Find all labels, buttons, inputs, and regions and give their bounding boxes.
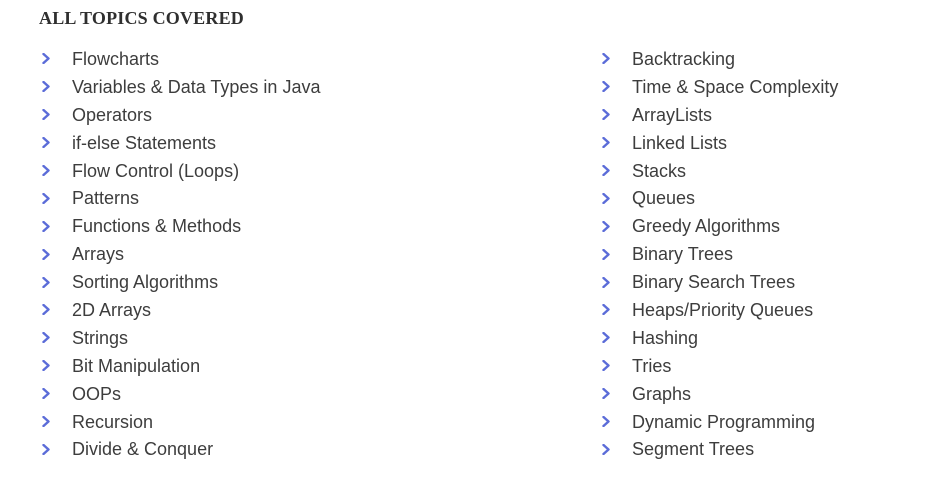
topic-item: Segment Trees [602, 435, 838, 463]
chevron-right-icon [42, 53, 72, 65]
chevron-right-icon [602, 443, 632, 455]
topic-label: Functions & Methods [72, 216, 242, 237]
topic-label: 2D Arrays [72, 299, 152, 320]
chevron-right-icon [42, 220, 72, 232]
chevron-right-icon [602, 416, 632, 428]
chevron-right-icon [602, 109, 632, 121]
topic-item: 2D Arrays [42, 296, 320, 324]
topic-item: Strings [42, 324, 320, 352]
topic-item: Flowcharts [42, 45, 320, 73]
topic-item: Variables & Data Types in Java [42, 73, 320, 101]
topic-label: Hashing [632, 327, 699, 348]
chevron-right-icon [602, 304, 632, 316]
topic-label: Bit Manipulation [72, 355, 201, 376]
chevron-right-icon [602, 137, 632, 149]
topic-label: Heaps/Priority Queues [632, 299, 814, 320]
topic-label: Recursion [72, 411, 154, 432]
topic-item: Functions & Methods [42, 212, 320, 240]
topic-label: Flow Control (Loops) [72, 160, 240, 181]
topic-label: Graphs [632, 383, 692, 404]
chevron-right-icon [602, 248, 632, 260]
topic-list-left: Flowcharts Variables & Data Types in Java… [42, 45, 320, 463]
topic-item: Tries [602, 352, 838, 380]
topic-label: Stacks [632, 160, 687, 181]
topic-label: Sorting Algorithms [72, 272, 219, 293]
chevron-right-icon [42, 81, 72, 93]
topic-label: Binary Trees [632, 244, 734, 265]
topic-item: Hashing [602, 324, 838, 352]
chevron-right-icon [602, 53, 632, 65]
chevron-right-icon [602, 165, 632, 176]
chevron-right-icon [42, 360, 72, 372]
topic-item: if-else Statements [42, 129, 320, 157]
topic-item: ArrayLists [602, 101, 838, 129]
chevron-right-icon [42, 137, 72, 149]
chevron-right-icon [42, 109, 72, 121]
topic-list-right: Backtracking Time & Space Complexity Array… [602, 45, 838, 463]
topic-item: Sorting Algorithms [42, 268, 320, 296]
topic-label: Dynamic Programming [632, 411, 816, 432]
section-heading: ALL TOPICS COVERED [39, 8, 244, 28]
topic-item: Time & Space Complexity [602, 73, 838, 101]
topic-item: Bit Manipulation [42, 352, 320, 380]
chevron-right-icon [42, 248, 72, 260]
topic-label: Greedy Algorithms [632, 216, 781, 237]
topic-item: Graphs [602, 380, 838, 408]
chevron-right-icon [42, 416, 72, 428]
topic-item: Arrays [42, 240, 320, 268]
chevron-right-icon [42, 332, 72, 344]
topic-label: if-else Statements [72, 132, 217, 153]
topic-item: Greedy Algorithms [602, 212, 838, 240]
topic-label: Strings [72, 327, 129, 348]
topic-item: Dynamic Programming [602, 408, 838, 436]
chevron-right-icon [42, 443, 72, 455]
topic-label: Operators [72, 104, 153, 125]
topic-item: Binary Trees [602, 240, 838, 268]
topic-label: Divide & Conquer [72, 439, 214, 460]
chevron-right-icon [602, 360, 632, 372]
topic-item: Binary Search Trees [602, 268, 838, 296]
topic-label: Flowcharts [72, 48, 160, 69]
chevron-right-icon [42, 192, 72, 204]
topic-item: Heaps/Priority Queues [602, 296, 838, 324]
chevron-right-icon [42, 165, 72, 176]
topic-item: Patterns [42, 184, 320, 212]
topic-label: Patterns [72, 188, 140, 209]
topic-label: OOPs [72, 383, 122, 404]
chevron-right-icon [42, 388, 72, 400]
topic-item: Queues [602, 184, 838, 212]
topic-label: Linked Lists [632, 132, 728, 153]
topic-label: Segment Trees [632, 439, 755, 460]
topic-label: ArrayLists [632, 104, 713, 125]
chevron-right-icon [42, 276, 72, 288]
topic-label: Arrays [72, 244, 125, 265]
topic-label: Queues [632, 188, 696, 209]
chevron-right-icon [602, 332, 632, 344]
chevron-right-icon [602, 276, 632, 288]
topic-label: Backtracking [632, 48, 736, 69]
chevron-right-icon [42, 304, 72, 316]
chevron-right-icon [602, 220, 632, 232]
topic-label: Variables & Data Types in Java [72, 76, 321, 97]
topic-item: Backtracking [602, 45, 838, 73]
topic-item: Recursion [42, 408, 320, 436]
chevron-right-icon [602, 388, 632, 400]
topic-item: Operators [42, 101, 320, 129]
topic-item: Flow Control (Loops) [42, 157, 320, 185]
topic-item: Divide & Conquer [42, 435, 320, 463]
topic-item: Stacks [602, 157, 838, 185]
topic-label: Binary Search Trees [632, 272, 796, 293]
topic-item: OOPs [42, 380, 320, 408]
chevron-right-icon [602, 192, 632, 204]
topic-label: Time & Space Complexity [632, 76, 839, 97]
topic-label: Tries [632, 355, 672, 376]
chevron-right-icon [602, 81, 632, 93]
topic-item: Linked Lists [602, 129, 838, 157]
